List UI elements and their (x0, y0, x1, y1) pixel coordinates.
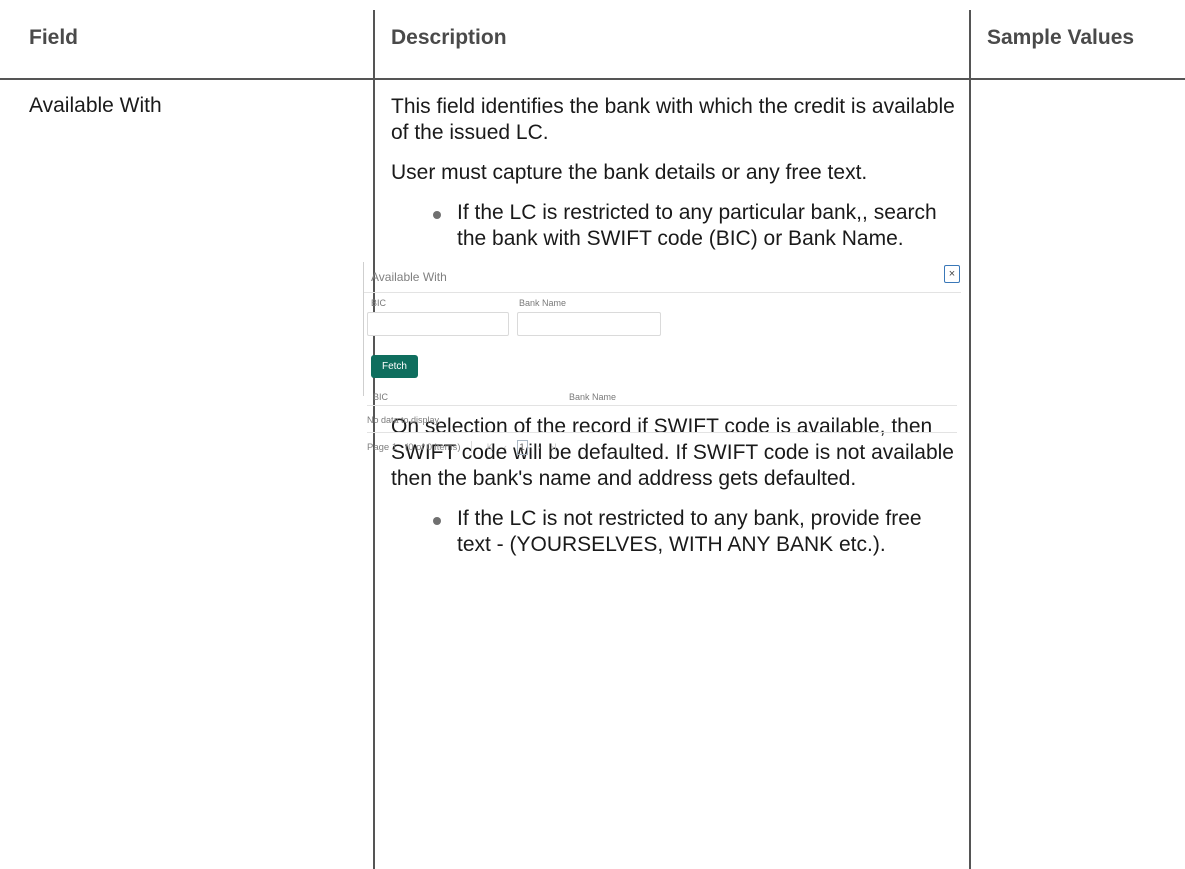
description-paragraph-1: This field identifies the bank with whic… (391, 95, 955, 144)
description-paragraph-2: User must capture the bank details or an… (391, 161, 868, 184)
available-with-dialog: Available With × BIC Bank Name Fetch BIC… (363, 262, 961, 455)
bullet-text-restricted: If the LC is restricted to any particula… (457, 201, 937, 250)
header-field: Field (29, 26, 79, 49)
next-page-icon[interactable]: › (537, 442, 540, 453)
current-page-button[interactable]: 1 (516, 440, 528, 455)
fetch-button[interactable]: Fetch (371, 355, 418, 378)
first-page-icon[interactable]: K (487, 442, 493, 453)
bullet-item-unrestricted: If the LC is not restricted to any bank,… (391, 506, 956, 558)
pagination: Page 1 (0 of 0 items) K ‹ 1 › ›| (367, 440, 561, 455)
field-name-cell: Available With (29, 94, 162, 117)
dialog-title: Available With (371, 270, 447, 284)
pager-separator (471, 441, 473, 454)
column-header-bank-name: Bank Name (569, 392, 617, 402)
bullet-text-unrestricted: If the LC is not restricted to any bank,… (457, 507, 922, 556)
dialog-title-divider (364, 292, 961, 293)
bullet-dot-icon (433, 211, 441, 219)
page-number: 1 (391, 442, 398, 453)
grid-footer-divider (367, 432, 957, 433)
header-description: Description (391, 26, 507, 49)
column-header-bic: BIC (373, 392, 389, 402)
bullet-item-restricted: If the LC is restricted to any particula… (391, 200, 956, 252)
grid-header-divider (367, 405, 957, 406)
column-divider-2 (969, 10, 971, 869)
previous-page-icon[interactable]: ‹ (504, 442, 507, 453)
bank-name-label: Bank Name (519, 298, 567, 308)
page-label: Page (367, 442, 390, 453)
bic-input[interactable] (367, 312, 509, 336)
description-cell: This field identifies the bank with whic… (363, 94, 961, 568)
bank-name-input[interactable] (517, 312, 661, 336)
items-count: (0 of 0 items) (405, 442, 461, 453)
last-page-icon[interactable]: ›| (551, 442, 557, 453)
bullet-dot-icon (433, 517, 441, 525)
bic-label: BIC (371, 298, 387, 308)
header-divider (0, 78, 1185, 80)
header-sample-values: Sample Values (987, 26, 1135, 49)
close-icon[interactable]: × (944, 265, 960, 283)
empty-grid-message: No data to display. (367, 415, 441, 425)
